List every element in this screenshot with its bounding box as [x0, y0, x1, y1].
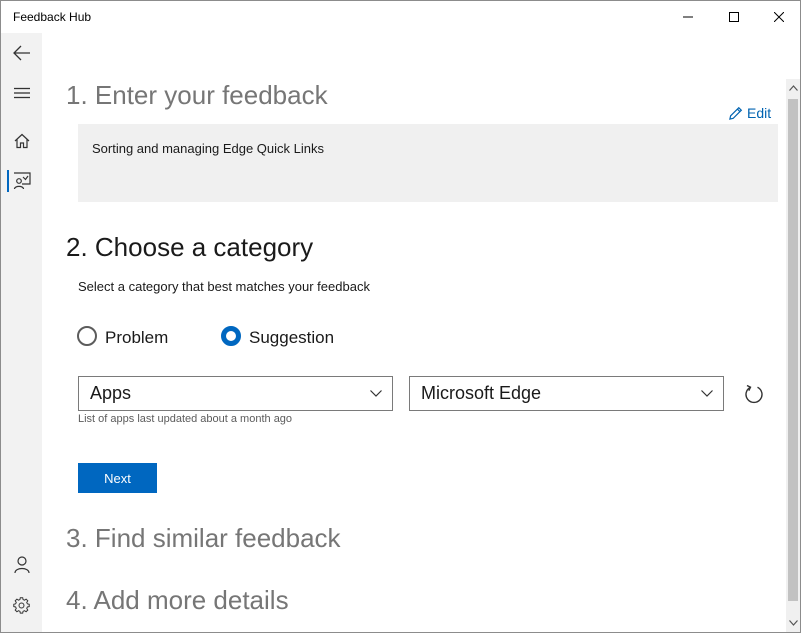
radio-problem-circle[interactable] — [77, 326, 97, 346]
scroll-up-button[interactable] — [786, 79, 800, 97]
nav-item-home[interactable] — [1, 121, 42, 161]
scroll-down-arrow-icon — [788, 620, 798, 626]
minimize-button[interactable] — [665, 1, 711, 33]
maximize-button[interactable] — [711, 1, 757, 33]
scroll-up-arrow-icon — [788, 85, 798, 91]
close-icon — [774, 12, 784, 22]
feedback-hub-window: Feedback Hub 1. Enter your feedback Edit… — [0, 0, 801, 633]
step1-title[interactable]: 1. Enter your feedback — [66, 79, 328, 111]
next-button[interactable]: Next — [78, 463, 157, 493]
step2-title: 2. Choose a category — [66, 232, 314, 262]
category-select[interactable]: Apps — [78, 376, 393, 411]
app-title: Feedback Hub — [13, 10, 92, 24]
hamburger-menu-icon — [13, 87, 30, 99]
step4-title: 4. Add more details — [66, 585, 289, 615]
settings-gear-icon — [13, 596, 30, 614]
settings-button[interactable] — [1, 585, 42, 625]
step3-title: 3. Find similar feedback — [66, 523, 341, 553]
category-select-value: Apps — [90, 383, 132, 403]
edit-feedback-link[interactable]: Edit — [728, 105, 771, 121]
navigation-rail — [1, 33, 42, 632]
feedback-summary-field[interactable]: Sorting and managing Edge Quick Links — [78, 124, 778, 202]
minimize-icon — [683, 16, 693, 18]
close-button[interactable] — [756, 1, 801, 33]
chevron-down-icon — [370, 390, 382, 397]
vertical-scrollbar[interactable] — [786, 79, 800, 632]
maximize-icon — [729, 12, 739, 22]
chevron-down-icon — [701, 390, 713, 397]
feedback-icon — [13, 172, 31, 190]
home-icon — [14, 133, 29, 149]
radio-problem[interactable]: Problem — [77, 324, 168, 348]
back-button[interactable] — [1, 33, 42, 73]
apps-updated-hint: List of apps last updated about a month … — [78, 413, 293, 425]
back-arrow-icon — [12, 45, 30, 61]
nav-item-feedback[interactable] — [1, 161, 42, 201]
menu-button[interactable] — [1, 73, 42, 113]
category-instruction: Select a category that best matches your… — [78, 279, 370, 294]
scrollbar-thumb[interactable] — [788, 99, 798, 601]
account-button[interactable] — [1, 545, 42, 585]
radio-suggestion-label: Suggestion — [249, 328, 335, 347]
edit-label: Edit — [747, 105, 772, 121]
radio-suggestion-circle[interactable] — [221, 326, 241, 346]
radio-problem-label: Problem — [105, 328, 169, 347]
scroll-down-button[interactable] — [786, 615, 800, 631]
refresh-apps-button[interactable] — [741, 381, 767, 407]
selected-indicator — [7, 170, 9, 192]
refresh-icon — [745, 384, 763, 404]
subcategory-select[interactable]: Microsoft Edge — [409, 376, 724, 411]
pencil-icon — [729, 106, 743, 120]
radio-suggestion[interactable]: Suggestion — [221, 324, 334, 348]
subcategory-select-value: Microsoft Edge — [421, 383, 542, 403]
title-bar: Feedback Hub — [1, 1, 800, 33]
main-content: 1. Enter your feedback Edit Sorting and … — [42, 33, 786, 632]
account-icon — [13, 556, 30, 574]
